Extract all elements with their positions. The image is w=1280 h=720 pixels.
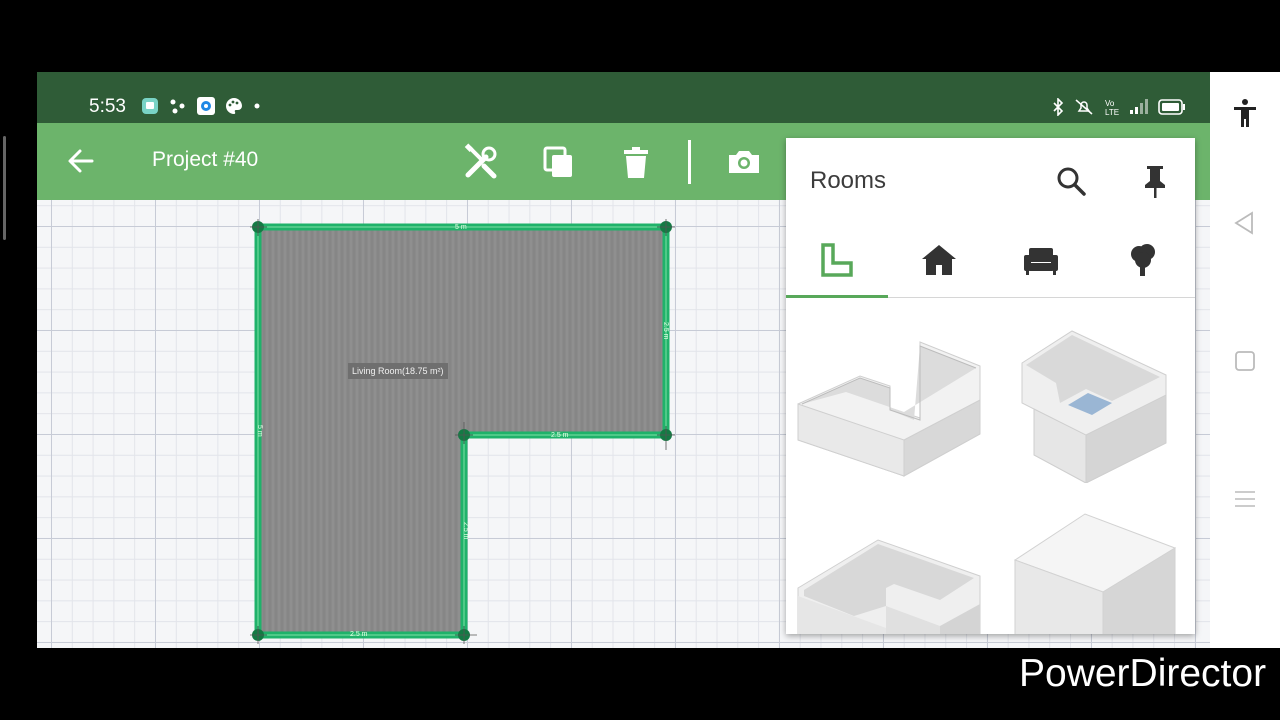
back-triangle-icon[interactable] <box>1232 210 1258 236</box>
app-screen: 5:53 Vo LTE Project #40 Living Room(18.7… <box>37 72 1210 648</box>
dot-icon <box>251 97 269 115</box>
connect-icon <box>169 97 187 115</box>
system-nav-bar <box>1210 72 1280 648</box>
rooms-panel: Rooms <box>786 138 1195 634</box>
room-label[interactable]: Living Room(18.75 m²) <box>348 363 448 379</box>
pin-icon[interactable] <box>1138 162 1172 200</box>
dimension-inner-vertical: 2.5 m <box>462 522 469 540</box>
project-title: Project #40 <box>152 148 259 171</box>
battery-icon <box>1158 99 1186 119</box>
rooms-panel-title: Rooms <box>810 167 887 194</box>
back-arrow-icon[interactable] <box>63 143 99 179</box>
tools-icon[interactable] <box>462 142 502 182</box>
dimension-top: 5 m <box>455 224 467 231</box>
mute-icon <box>1073 98 1095 120</box>
room-template-box[interactable] <box>1011 510 1181 634</box>
house-icon <box>920 242 958 282</box>
sofa-icon <box>1022 242 1060 282</box>
watermark-text: PowerDirector <box>1019 652 1267 695</box>
accessibility-icon[interactable] <box>1232 98 1258 127</box>
trash-icon[interactable] <box>616 142 656 182</box>
volte-text-bottom: LTE <box>1105 108 1119 116</box>
status-bar: 5:53 Vo LTE <box>37 72 1210 123</box>
active-tab-indicator <box>786 295 888 298</box>
dimension-inner-horizontal: 2.5 m <box>551 432 569 439</box>
room-shape-icon <box>819 242 855 282</box>
dimension-right: 2.5 m <box>662 322 669 340</box>
bluetooth-icon <box>1052 97 1064 120</box>
palette-icon <box>225 97 243 115</box>
room-template-u-shape[interactable] <box>794 536 984 634</box>
tab-furniture[interactable] <box>990 226 1092 298</box>
signal-icon <box>1129 99 1149 119</box>
home-square-icon[interactable] <box>1232 348 1258 374</box>
tree-icon <box>1125 242 1161 282</box>
circle-app-icon <box>197 97 215 115</box>
tab-house[interactable] <box>888 226 990 298</box>
rooms-category-tabs <box>786 226 1195 298</box>
volte-text-top: Vo <box>1105 99 1115 108</box>
search-icon[interactable] <box>1054 164 1088 198</box>
dimension-bottom: 2.5 m <box>350 631 368 638</box>
tab-outdoor[interactable] <box>1092 226 1194 298</box>
volte-icon: Vo LTE <box>1104 98 1120 120</box>
room-template-l-shape[interactable] <box>794 338 984 482</box>
status-right-icons: Vo LTE <box>1052 97 1186 120</box>
camera-icon[interactable] <box>724 142 764 182</box>
edge-scroll-indicator <box>3 136 6 240</box>
copy-icon[interactable] <box>539 142 579 182</box>
dimension-left: 5 m <box>256 425 263 437</box>
messages-icon <box>141 97 159 115</box>
tab-room-shapes[interactable] <box>786 226 888 298</box>
room-template-inner-corner[interactable] <box>1016 323 1176 487</box>
status-time: 5:53 <box>89 96 126 117</box>
menu-lines-icon[interactable] <box>1232 486 1258 512</box>
toolbar-divider <box>688 140 691 184</box>
